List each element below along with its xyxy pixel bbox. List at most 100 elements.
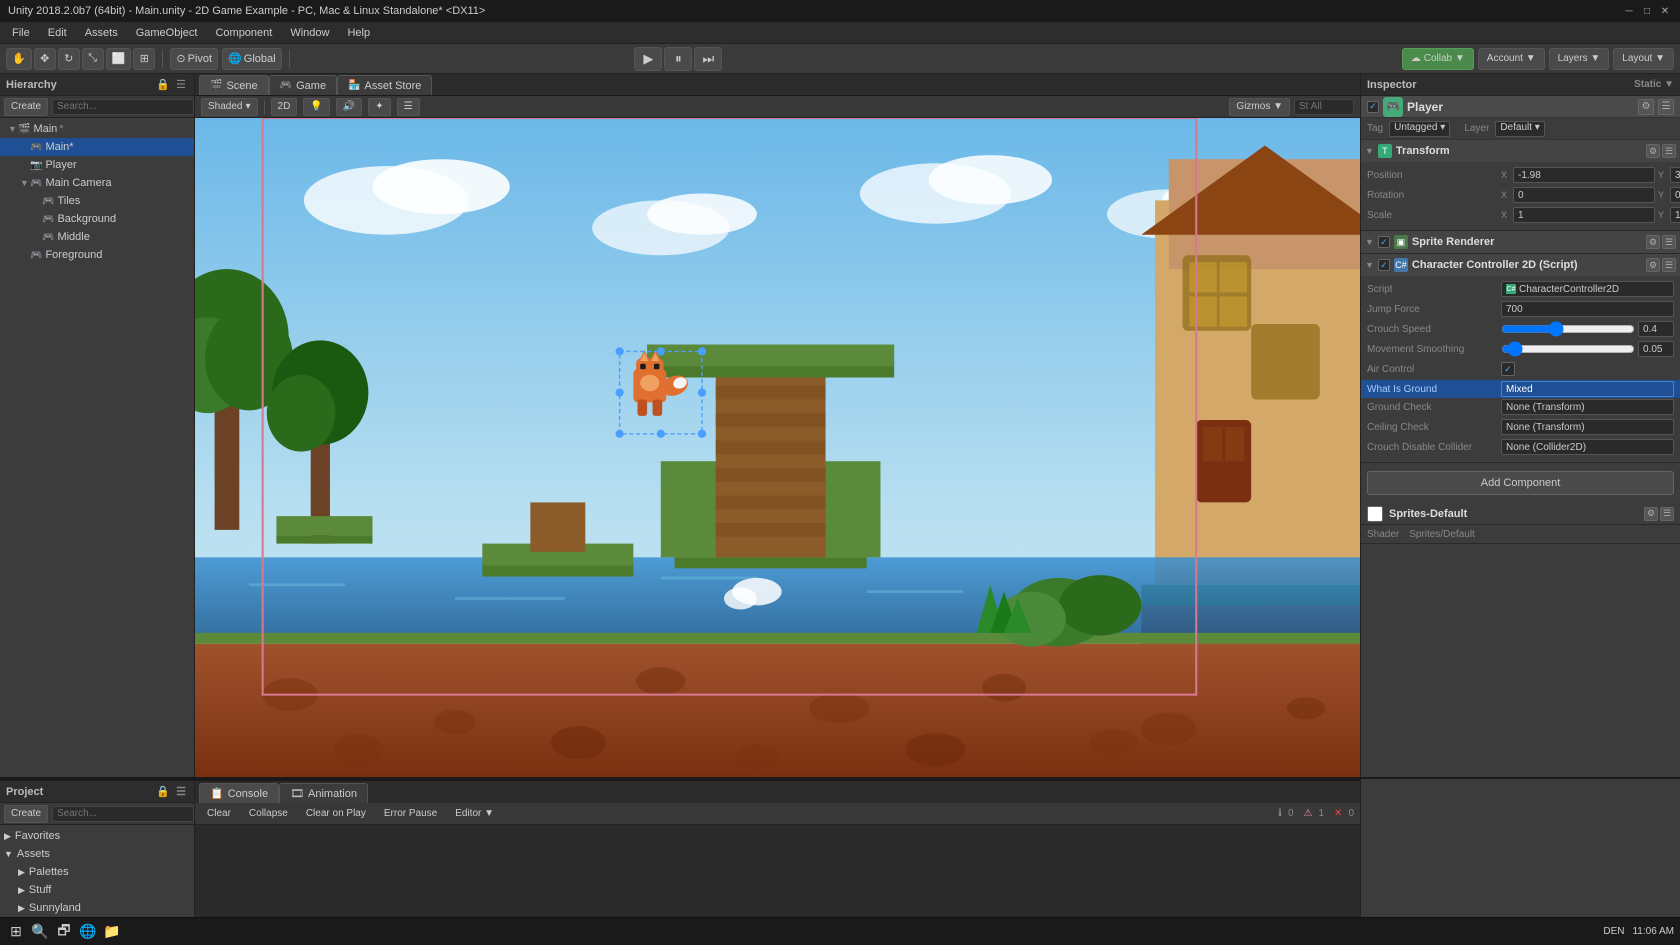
position-y-field[interactable]	[1670, 167, 1680, 183]
static-dropdown[interactable]: Static ▼	[1634, 79, 1674, 90]
menu-gameobject[interactable]: GameObject	[128, 25, 206, 41]
char-controller-header[interactable]: ▼ ✓ C# Character Controller 2D (Script) …	[1361, 254, 1680, 276]
tab-game[interactable]: 🎮 Game	[269, 75, 337, 95]
maximize-button[interactable]: □	[1640, 4, 1654, 18]
project-create-button[interactable]: Create	[4, 805, 48, 823]
account-button[interactable]: Account ▼	[1478, 48, 1545, 70]
tree-item-camera[interactable]: 📷 Player	[0, 156, 194, 174]
menu-component[interactable]: Component	[207, 25, 280, 41]
taskview-button[interactable]: 🗗	[54, 922, 74, 942]
tab-asset-store[interactable]: 🏪 Asset Store	[337, 75, 432, 95]
player-menu-button[interactable]: ☰	[1658, 99, 1674, 115]
movement-smoothing-slider[interactable]	[1501, 345, 1635, 353]
search-taskbar-button[interactable]: 🔍	[30, 922, 50, 942]
crouch-speed-slider[interactable]	[1501, 325, 1635, 333]
collapse-button[interactable]: Collapse	[243, 806, 294, 822]
position-x-field[interactable]	[1513, 167, 1655, 183]
explorer-taskbar-icon[interactable]: 📁	[102, 922, 122, 942]
movement-smoothing-field[interactable]	[1638, 341, 1674, 357]
scene-search-input[interactable]	[1294, 99, 1354, 115]
project-palettes-item[interactable]: ▶ Palettes	[0, 863, 194, 881]
console-tab[interactable]: 📋 Console	[199, 783, 279, 803]
sprite-renderer-header[interactable]: ▼ ✓ ▣ Sprite Renderer ⚙ ☰	[1361, 231, 1680, 253]
project-favorites-item[interactable]: ▶ Favorites	[0, 827, 194, 845]
ceiling-check-field[interactable]: None (Transform)	[1501, 419, 1674, 435]
error-pause-button[interactable]: Error Pause	[378, 806, 443, 822]
clear-button[interactable]: Clear	[201, 806, 237, 822]
play-button[interactable]: ▶	[634, 47, 662, 71]
sprite-renderer-menu-button[interactable]: ☰	[1662, 235, 1676, 249]
char-controller-menu-button[interactable]: ☰	[1662, 258, 1676, 272]
air-control-checkbox[interactable]: ✓	[1501, 362, 1515, 376]
chrome-taskbar-icon[interactable]: 🌐	[78, 922, 98, 942]
hierarchy-search-input[interactable]	[52, 99, 194, 115]
audio-button[interactable]: 🔊	[336, 98, 362, 116]
scale-x-field[interactable]	[1513, 207, 1655, 223]
tab-scene[interactable]: 🎬 Scene	[199, 75, 269, 95]
sprite-renderer-checkbox[interactable]: ✓	[1378, 236, 1390, 248]
project-lock-button[interactable]: 🔒	[156, 785, 170, 799]
animation-tab[interactable]: 🎞 Animation	[279, 783, 368, 803]
global-button[interactable]: 🌐 Global	[222, 48, 282, 70]
script-field[interactable]: C# CharacterController2D	[1501, 281, 1674, 297]
transform-all-button[interactable]: ⊞	[133, 48, 155, 70]
tree-item-middle[interactable]: 🎮 Background	[0, 210, 194, 228]
char-controller-settings-button[interactable]: ⚙	[1646, 258, 1660, 272]
hidden-button[interactable]: ☰	[397, 98, 420, 116]
close-button[interactable]: ✕	[1658, 4, 1672, 18]
transform-component-header[interactable]: ▼ T Transform ⚙ ☰	[1361, 140, 1680, 162]
tag-dropdown[interactable]: Untagged ▾	[1389, 121, 1450, 137]
rotation-x-field[interactable]	[1513, 187, 1655, 203]
tree-item-foreground[interactable]: 🎮 Middle	[0, 228, 194, 246]
rotate-tool-button[interactable]: ↻	[58, 48, 80, 70]
vfx-button[interactable]: ✦	[368, 98, 390, 116]
scale-tool-button[interactable]: ⤡	[82, 48, 104, 70]
crouch-disable-field[interactable]: None (Collider2D)	[1501, 439, 1674, 455]
layout-button[interactable]: Layout ▼	[1613, 48, 1674, 70]
scale-y-field[interactable]	[1670, 207, 1680, 223]
scene-viewport[interactable]	[195, 118, 1360, 777]
pivot-button[interactable]: ⊙ Pivot	[170, 48, 218, 70]
project-assets-item[interactable]: ▼ Assets	[0, 845, 194, 863]
gizmos-button[interactable]: Gizmos ▼	[1229, 98, 1290, 116]
windows-start-button[interactable]: ⊞	[6, 922, 26, 942]
tree-item-bg2[interactable]: 🎮 Foreground	[0, 246, 194, 264]
hand-tool-button[interactable]: ✋	[6, 48, 32, 70]
hierarchy-create-button[interactable]: Create	[4, 98, 48, 116]
project-search-input[interactable]	[52, 806, 194, 822]
jump-force-field[interactable]	[1501, 301, 1674, 317]
layer-dropdown[interactable]: Default ▾	[1495, 121, 1545, 137]
tree-item-bg1[interactable]: 🎮 Tiles	[0, 192, 194, 210]
menu-window[interactable]: Window	[282, 25, 337, 41]
crouch-speed-field[interactable]	[1638, 321, 1674, 337]
collab-button[interactable]: ☁ Collab ▼	[1402, 48, 1474, 70]
material-settings-button[interactable]: ⚙	[1644, 507, 1658, 521]
tree-item-player[interactable]: 🎮 Main*	[0, 138, 194, 156]
menu-edit[interactable]: Edit	[40, 25, 75, 41]
player-settings-button[interactable]: ⚙	[1638, 99, 1654, 115]
hierarchy-lock-button[interactable]: 🔒	[156, 78, 170, 92]
minimize-button[interactable]: ─	[1622, 4, 1636, 18]
add-component-button[interactable]: Add Component	[1367, 471, 1674, 495]
rect-tool-button[interactable]: ⬜	[106, 48, 132, 70]
material-menu-button[interactable]: ☰	[1660, 507, 1674, 521]
lights-button[interactable]: 💡	[303, 98, 329, 116]
ground-check-field[interactable]: None (Transform)	[1501, 399, 1674, 415]
project-sunnyland-item[interactable]: ▶ Sunnyland	[0, 899, 194, 917]
layers-button[interactable]: Layers ▼	[1549, 48, 1610, 70]
player-active-checkbox[interactable]: ✓	[1367, 101, 1379, 113]
hierarchy-menu-button[interactable]: ☰	[174, 78, 188, 92]
step-button[interactable]: ⏭	[694, 47, 722, 71]
project-stuff-item[interactable]: ▶ Stuff	[0, 881, 194, 899]
menu-file[interactable]: File	[4, 25, 38, 41]
tree-item-tiles[interactable]: ▼ 🎮 Main Camera	[0, 174, 194, 192]
clear-on-play-button[interactable]: Clear on Play	[300, 806, 372, 822]
transform-menu-button[interactable]: ☰	[1662, 144, 1676, 158]
transform-settings-button[interactable]: ⚙	[1646, 144, 1660, 158]
sprite-renderer-settings-button[interactable]: ⚙	[1646, 235, 1660, 249]
what-is-ground-dropdown[interactable]: Mixed	[1501, 381, 1674, 397]
menu-help[interactable]: Help	[339, 25, 378, 41]
menu-assets[interactable]: Assets	[77, 25, 126, 41]
move-tool-button[interactable]: ✥	[34, 48, 56, 70]
project-menu-button[interactable]: ☰	[174, 785, 188, 799]
